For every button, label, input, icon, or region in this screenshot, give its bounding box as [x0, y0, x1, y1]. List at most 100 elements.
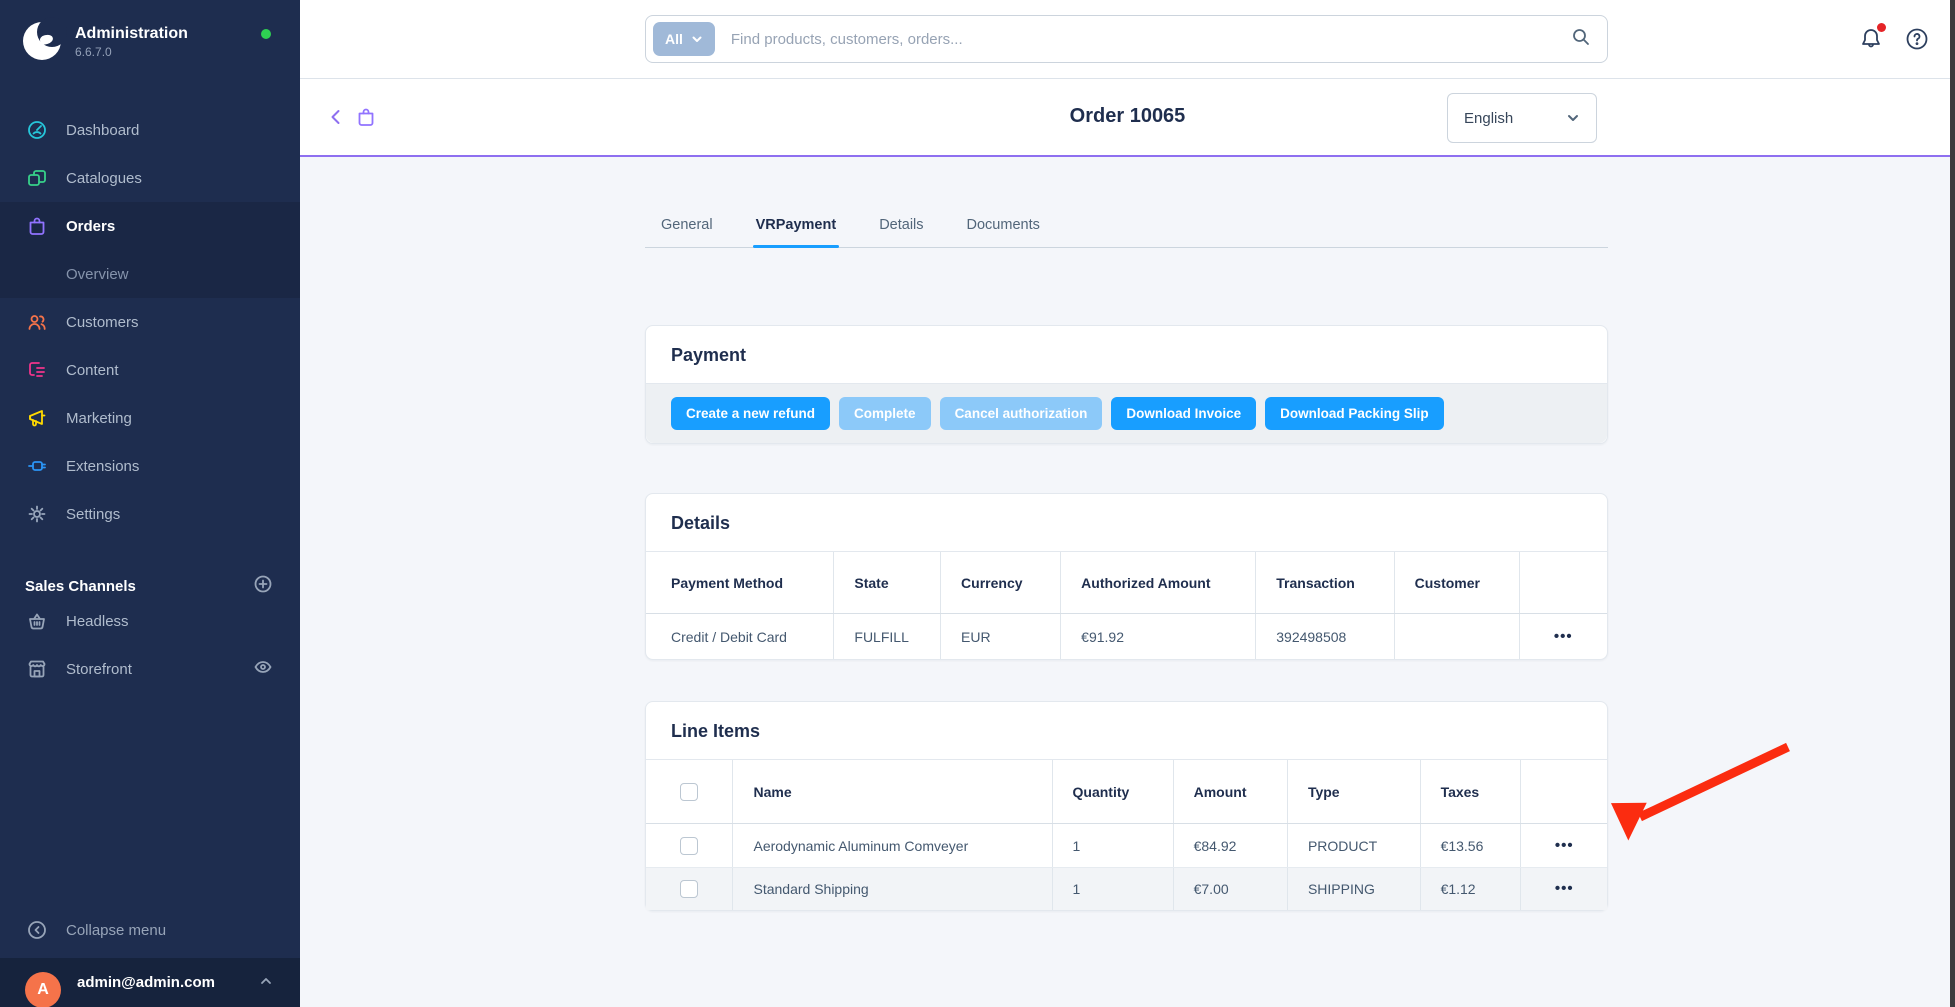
sidebar-item-label: Headless: [66, 613, 129, 630]
language-selector[interactable]: English: [1447, 93, 1597, 143]
main-area: All Order 10065 English: [300, 0, 1955, 1007]
name-cell: Standard Shipping: [732, 868, 1051, 910]
chevron-up-icon[interactable]: [259, 974, 273, 993]
taxes-cell: €13.56: [1420, 824, 1521, 867]
payment-card-title: Payment: [646, 326, 1607, 383]
line-items-table-header: Name Quantity Amount Type Taxes: [646, 760, 1607, 824]
chevron-down-icon: [691, 33, 703, 45]
search-icon[interactable]: [1571, 27, 1591, 52]
orders-icon: [25, 214, 49, 238]
sidebar: Administration 6.6.7.0 Dashboard Catalog…: [0, 0, 300, 1007]
tab-bar: General VRPayment Details Documents: [645, 217, 1608, 248]
sidebar-item-settings[interactable]: Settings: [0, 490, 300, 538]
search-filter-dropdown[interactable]: All: [653, 22, 715, 56]
taxes-cell: €1.12: [1420, 868, 1521, 910]
details-table-header: Payment Method State Currency Authorized…: [646, 552, 1607, 614]
visibility-eye-icon[interactable]: [253, 657, 273, 681]
cancel-authorization-button[interactable]: Cancel authorization: [940, 397, 1103, 430]
sidebar-item-dashboard[interactable]: Dashboard: [0, 106, 300, 154]
window-scrollbar[interactable]: [1950, 0, 1955, 1007]
column-header: Amount: [1173, 760, 1287, 823]
amount-cell: €7.00: [1173, 868, 1287, 910]
add-sales-channel-icon[interactable]: [253, 574, 273, 598]
language-value: English: [1464, 110, 1513, 127]
sidebar-item-orders-overview[interactable]: Overview: [0, 250, 300, 298]
details-table: Payment Method State Currency Authorized…: [646, 551, 1607, 659]
payment-actions: Create a new refund Complete Cancel auth…: [646, 383, 1607, 443]
column-header: Quantity: [1052, 760, 1173, 823]
help-icon[interactable]: [1904, 26, 1930, 57]
details-card: Details Payment Method State Currency Au…: [645, 493, 1608, 660]
name-cell: Aerodynamic Aluminum Comveyer: [732, 824, 1051, 867]
complete-button[interactable]: Complete: [839, 397, 931, 430]
chevron-down-icon: [1566, 111, 1580, 125]
red-arrow-annotation: [1600, 734, 1810, 854]
notifications-bell-icon[interactable]: [1858, 26, 1884, 57]
payment-card: Payment Create a new refund Complete Can…: [645, 325, 1608, 444]
context-menu-button[interactable]: •••: [1554, 632, 1573, 642]
column-header: Transaction: [1255, 552, 1393, 613]
content-icon: [25, 358, 49, 382]
basket-icon: [25, 609, 49, 633]
line-items-card: Line Items Name Quantity Amount Type Tax…: [645, 701, 1608, 911]
dashboard-icon: [25, 118, 49, 142]
line-item-row: Aerodynamic Aluminum Comveyer 1 €84.92 P…: [646, 824, 1607, 867]
collapse-menu-button[interactable]: Collapse menu: [0, 902, 300, 958]
sidebar-item-customers[interactable]: Customers: [0, 298, 300, 346]
taxes-cell: SHIPPING: [1287, 868, 1420, 910]
row-checkbox[interactable]: [680, 837, 698, 855]
page-title: Order 10065: [300, 105, 1955, 128]
line-items-card-title: Line Items: [646, 702, 1607, 759]
payment-method-cell: Credit / Debit Card: [646, 614, 833, 659]
column-header: Currency: [940, 552, 1060, 613]
tab-vrpayment[interactable]: VRPayment: [753, 217, 840, 247]
sidebar-item-label: Extensions: [66, 458, 139, 475]
customer-cell: [1394, 614, 1519, 659]
download-invoice-button[interactable]: Download Invoice: [1111, 397, 1256, 430]
sidebar-item-catalogues[interactable]: Catalogues: [0, 154, 300, 202]
sidebar-item-label: Orders: [66, 218, 115, 235]
storefront-icon: [25, 657, 49, 681]
create-refund-button[interactable]: Create a new refund: [671, 397, 830, 430]
download-packing-slip-button[interactable]: Download Packing Slip: [1265, 397, 1444, 430]
sidebar-item-content[interactable]: Content: [0, 346, 300, 394]
sidebar-item-label: Dashboard: [66, 122, 139, 139]
sidebar-item-marketing[interactable]: Marketing: [0, 394, 300, 442]
line-item-row: Standard Shipping 1 €7.00 SHIPPING €1.12…: [646, 867, 1607, 910]
sidebar-item-orders[interactable]: Orders: [0, 202, 300, 250]
quantity-cell: 1: [1052, 868, 1173, 910]
column-header-actions: [1519, 552, 1607, 613]
catalogues-icon: [25, 166, 49, 190]
details-table-row: Credit / Debit Card FULFILL EUR €91.92 3…: [646, 614, 1607, 659]
row-checkbox[interactable]: [680, 880, 698, 898]
sidebar-item-label: Customers: [66, 314, 139, 331]
quantity-cell: 1: [1052, 824, 1173, 867]
global-search: All: [645, 15, 1608, 63]
authorized-amount-cell: €91.92: [1060, 614, 1255, 659]
context-menu-button[interactable]: •••: [1555, 884, 1574, 894]
marketing-icon: [25, 406, 49, 430]
sidebar-item-label: Storefront: [66, 661, 132, 678]
shopware-logo: [23, 22, 61, 60]
collapse-menu-label: Collapse menu: [66, 922, 166, 939]
sales-channels-heading: Sales Channels: [0, 568, 300, 597]
sidebar-item-headless[interactable]: Headless: [0, 597, 300, 645]
column-header: Type: [1287, 760, 1420, 823]
column-header: Taxes: [1420, 760, 1521, 823]
context-menu-button[interactable]: •••: [1555, 841, 1574, 851]
user-menu[interactable]: A admin@admin.com: [0, 958, 300, 1007]
column-header-actions: [1520, 760, 1606, 823]
status-dot: [261, 29, 271, 39]
tab-details[interactable]: Details: [876, 217, 926, 247]
select-all-checkbox[interactable]: [680, 783, 698, 801]
tab-general[interactable]: General: [658, 217, 716, 247]
search-input[interactable]: [731, 31, 1571, 48]
sidebar-item-storefront[interactable]: Storefront: [0, 645, 300, 693]
topbar: All: [300, 0, 1955, 79]
sidebar-item-extensions[interactable]: Extensions: [0, 442, 300, 490]
details-card-title: Details: [646, 494, 1607, 551]
collapse-icon: [25, 918, 49, 942]
tab-documents[interactable]: Documents: [964, 217, 1043, 247]
notification-badge: [1877, 23, 1886, 32]
settings-icon: [25, 502, 49, 526]
